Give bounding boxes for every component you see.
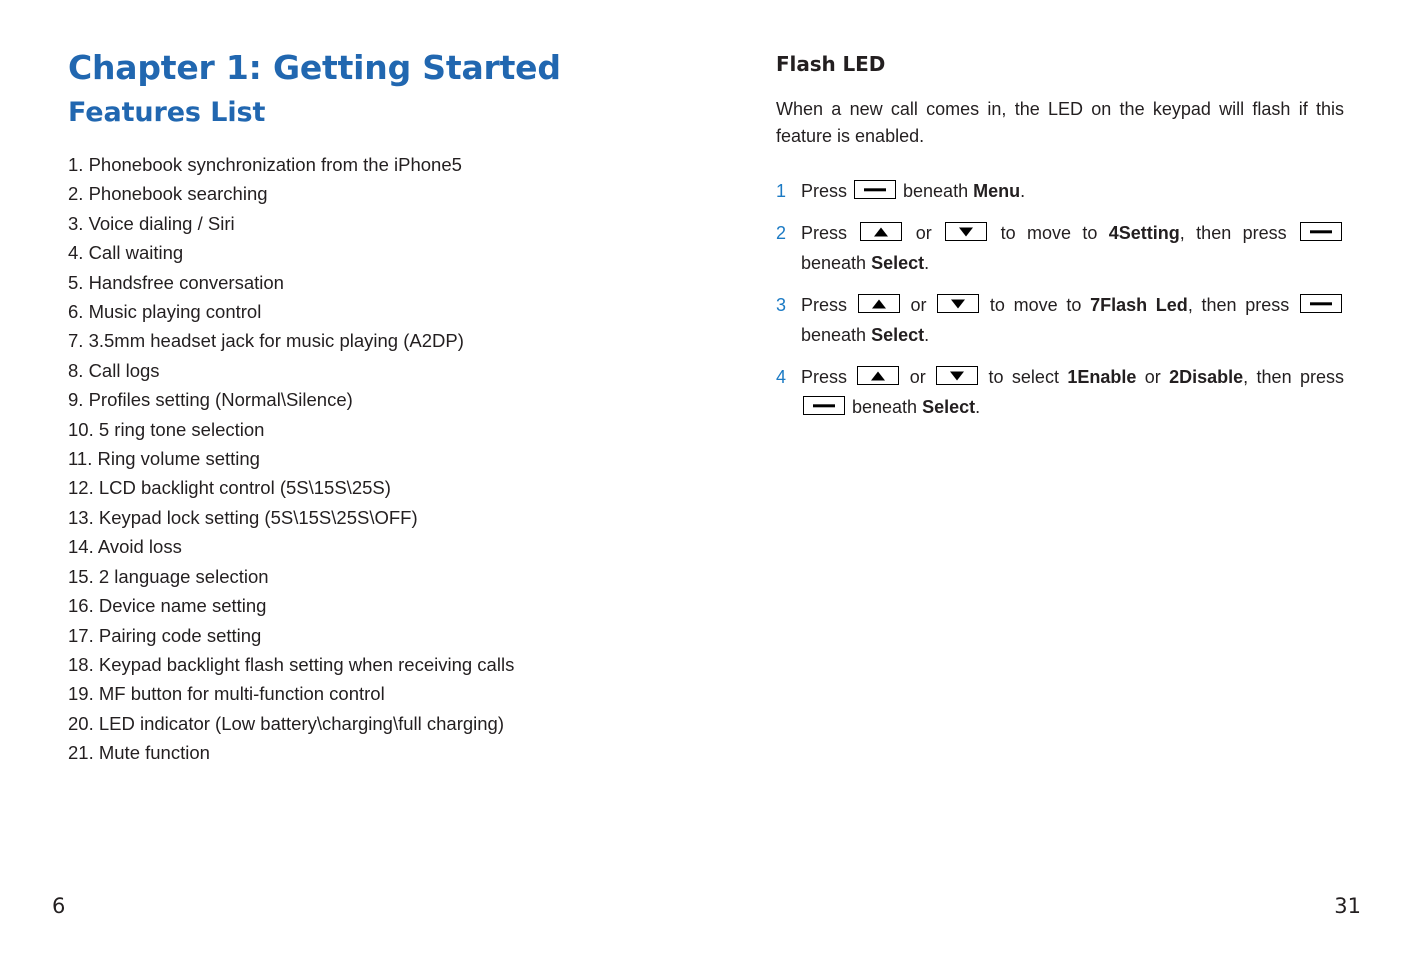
feature-list-item: 2. Phonebook searching bbox=[68, 183, 268, 205]
step-text: . bbox=[975, 397, 981, 417]
step-text: . bbox=[924, 253, 930, 273]
step-text: to move to bbox=[989, 223, 1109, 243]
feature-list-item: 5. Handsfree conversation bbox=[68, 271, 284, 293]
step-text: beneath bbox=[847, 397, 923, 417]
step-text: or bbox=[901, 295, 936, 315]
step-emphasis-text: 4Setting bbox=[1108, 223, 1180, 243]
feature-list-item: 3. Voice dialing / Siri bbox=[68, 212, 235, 234]
down-arrow-key-icon bbox=[945, 222, 988, 241]
dash-key-icon bbox=[803, 396, 845, 415]
page-number-left: 6 bbox=[52, 894, 66, 918]
dash-key-icon bbox=[1300, 222, 1343, 241]
feature-list-item: 21. Mute function bbox=[68, 742, 210, 764]
feature-list-item: 11. Ring volume setting bbox=[68, 448, 260, 470]
left-page-column: Chapter 1: Getting Started Features List… bbox=[68, 48, 688, 768]
document-spread: Chapter 1: Getting Started Features List… bbox=[0, 0, 1413, 954]
flash-led-steps-list: 1 Press beneath Menu. 2 Press or to move to… bbox=[776, 176, 1344, 422]
feature-list-item: 14. Avoid loss bbox=[68, 536, 182, 558]
step-emphasis-text: 2Disable bbox=[1169, 367, 1244, 387]
feature-list-item: 19. MF button for multi-function control bbox=[68, 683, 385, 705]
right-page-column: Flash LED When a new call comes in, the … bbox=[776, 52, 1344, 422]
flash-led-intro-paragraph: When a new call comes in, the LED on the… bbox=[776, 99, 1344, 146]
step-text: or bbox=[1136, 367, 1170, 387]
step-text: beneath bbox=[898, 181, 974, 201]
step-emphasis-text: 1Enable bbox=[1067, 367, 1137, 387]
feature-list-item: 9. Profiles setting (Normal\Silence) bbox=[68, 389, 353, 411]
step-item: 2 Press or to move to 4Setting, then pres… bbox=[776, 218, 1344, 278]
step-number: 1 bbox=[776, 181, 787, 201]
step-emphasis-text: Select bbox=[871, 253, 925, 273]
step-text: Press bbox=[801, 367, 856, 387]
feature-list-item: 18. Keypad backlight flash setting when … bbox=[68, 653, 515, 675]
feature-list-item: 16. Device name setting bbox=[68, 595, 267, 617]
step-number: 2 bbox=[776, 223, 787, 243]
up-arrow-key-icon bbox=[860, 222, 903, 241]
feature-list-item: 20. LED indicator (Low battery\charging\… bbox=[68, 712, 505, 734]
step-emphasis-text: Menu bbox=[973, 181, 1021, 201]
step-text: Press bbox=[801, 223, 859, 243]
feature-list-item: 7. 3.5mm headset jack for music playing … bbox=[68, 330, 464, 352]
feature-list-item: 6. Music playing control bbox=[68, 301, 262, 323]
feature-list-item: 8. Call logs bbox=[68, 359, 160, 381]
step-text: to move to bbox=[981, 295, 1091, 315]
features-list: 1. Phonebook synchronization from the iP… bbox=[68, 150, 688, 768]
step-emphasis-text: Select bbox=[871, 325, 925, 345]
flash-led-heading: Flash LED bbox=[776, 52, 886, 76]
feature-list-item: 12. LCD backlight control (5S\15S\25S) bbox=[68, 477, 391, 499]
step-text: , then press bbox=[1243, 367, 1344, 387]
feature-list-item: 13. Keypad lock setting (5S\15S\25S\OFF) bbox=[68, 506, 418, 528]
down-arrow-key-icon bbox=[937, 294, 980, 313]
page-number-right: 31 bbox=[1334, 894, 1361, 918]
step-text: beneath bbox=[801, 253, 872, 273]
dash-key-icon bbox=[1300, 294, 1343, 313]
feature-list-item: 10. 5 ring tone selection bbox=[68, 418, 265, 440]
dash-key-icon bbox=[854, 180, 897, 199]
feature-list-item: 4. Call waiting bbox=[68, 242, 184, 264]
features-list-heading: Features List bbox=[68, 96, 266, 128]
step-text: , then press bbox=[1187, 295, 1299, 315]
step-text: or bbox=[901, 367, 935, 387]
step-emphasis-text: 7Flash Led bbox=[1090, 295, 1188, 315]
step-text: , then press bbox=[1179, 223, 1299, 243]
step-emphasis-text: Select bbox=[922, 397, 976, 417]
step-number: 3 bbox=[776, 295, 787, 315]
step-item: 1 Press beneath Menu. bbox=[776, 176, 1344, 206]
step-item: 4 Press or to select 1Enable or 2Disable,… bbox=[776, 362, 1344, 422]
up-arrow-key-icon bbox=[857, 294, 900, 313]
step-text: . bbox=[1020, 181, 1026, 201]
step-text: Press bbox=[801, 181, 853, 201]
feature-list-item: 1. Phonebook synchronization from the iP… bbox=[68, 154, 462, 175]
step-item: 3 Press or to move to 7Flash Led, then pr… bbox=[776, 290, 1344, 350]
step-text: beneath bbox=[801, 325, 872, 345]
step-text: Press bbox=[801, 295, 856, 315]
down-arrow-key-icon bbox=[936, 366, 979, 385]
step-number: 4 bbox=[776, 367, 787, 387]
step-text: . bbox=[924, 325, 930, 345]
step-text: or bbox=[904, 223, 944, 243]
feature-list-item: 17. Pairing code setting bbox=[68, 624, 262, 646]
up-arrow-key-icon bbox=[857, 366, 900, 385]
chapter-title: Chapter 1: Getting Started bbox=[68, 48, 561, 87]
step-text: to select bbox=[980, 367, 1068, 387]
feature-list-item: 15. 2 language selection bbox=[68, 565, 269, 587]
